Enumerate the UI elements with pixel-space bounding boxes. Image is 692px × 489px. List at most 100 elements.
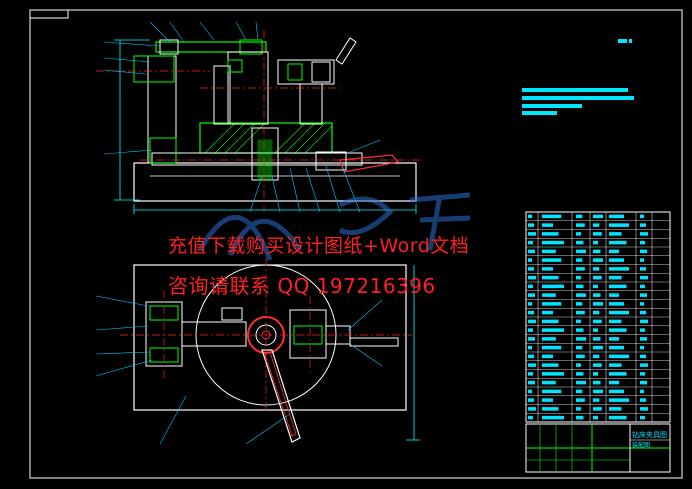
table-cell-text <box>528 240 533 245</box>
table-cell-text <box>609 240 627 245</box>
table-cell-text <box>640 337 647 341</box>
table-cell-text <box>640 415 645 420</box>
table-cell-text <box>528 328 533 332</box>
table-cell-text <box>609 345 624 350</box>
table-cell-text <box>609 214 624 219</box>
table-cell-text <box>528 214 532 219</box>
table-cell-text <box>528 380 535 385</box>
table-cell-text <box>640 389 644 394</box>
table-cell-text <box>593 232 602 236</box>
table-cell-text <box>640 214 644 219</box>
table-cell-text <box>609 372 627 376</box>
table-cell-text <box>542 328 564 332</box>
table-cell-text <box>609 267 629 271</box>
table-cell-text <box>640 223 646 227</box>
table-cell-text <box>609 302 624 306</box>
table-cell-text <box>528 267 534 271</box>
table-cell-text <box>593 354 600 359</box>
table-cell-text <box>640 372 645 376</box>
table-cell-text <box>576 267 585 271</box>
table-cell-text <box>576 310 585 315</box>
table-cell-text <box>593 407 602 411</box>
table-cell-text <box>593 223 600 227</box>
table-cell-text <box>542 407 559 411</box>
table-cell-text <box>528 372 533 376</box>
table-cell-text <box>542 310 553 315</box>
table-cell-text <box>576 363 581 367</box>
table-cell-text <box>609 284 627 289</box>
table-cell-text <box>576 407 581 411</box>
table-cell-text <box>576 372 584 376</box>
table-cell-text <box>542 354 553 359</box>
table-cell-text <box>576 328 584 332</box>
table-cell-text <box>609 407 622 411</box>
table-cell-text <box>528 345 532 350</box>
table-cell-text <box>593 415 598 420</box>
table-cell-text <box>593 363 602 367</box>
table-cell-text <box>640 293 647 297</box>
table-cell-text <box>542 223 553 227</box>
technical-notes <box>522 39 634 115</box>
table-cell-text <box>640 284 645 289</box>
table-cell-text <box>593 337 601 341</box>
table-cell-text <box>609 328 627 332</box>
table-cell-text <box>609 223 629 227</box>
table-cell-text <box>593 319 602 324</box>
table-cell-text <box>576 293 586 297</box>
table-cell-text <box>528 389 532 394</box>
table-cell-text <box>576 249 586 254</box>
watermark-line-2: 咨询请联系 QQ 197216396 <box>168 274 436 298</box>
table-cell-text <box>609 337 619 341</box>
table-cell-text <box>609 415 627 420</box>
table-cell-text <box>640 302 644 306</box>
table-cell-text <box>542 284 564 289</box>
table-cell-text <box>576 415 584 420</box>
table-cell-text <box>609 319 622 324</box>
table-cell-text <box>609 232 622 236</box>
table-cell-text <box>640 275 648 280</box>
table-cell-text <box>528 302 532 306</box>
table-cell-text <box>528 354 534 359</box>
table-cell-text <box>542 293 556 297</box>
table-cell-text <box>528 223 534 227</box>
table-cell-text <box>609 249 619 254</box>
table-cell-text <box>576 380 586 385</box>
table-cell-text <box>593 389 603 394</box>
table-cell-text <box>542 363 559 367</box>
table-cell-text <box>640 267 646 271</box>
table-cell-text <box>528 407 536 411</box>
table-cell-text <box>542 398 553 402</box>
table-cell-text <box>609 363 622 367</box>
title-block-name: 钻床夹具图 <box>632 430 667 439</box>
table-cell-text <box>640 232 648 236</box>
table-cell-text <box>593 398 600 402</box>
table-cell-text <box>640 319 648 324</box>
table-cell-text <box>593 380 601 385</box>
table-cell-text <box>640 380 647 385</box>
table-cell-text <box>640 363 648 367</box>
table-cell-text <box>528 319 536 324</box>
title-block-subtitle: 装配图 <box>632 441 650 449</box>
table-cell-text <box>609 293 619 297</box>
table-cell-text <box>593 310 600 315</box>
table-cell-text <box>593 275 602 280</box>
table-cell-text <box>576 319 581 324</box>
table-cell-text <box>542 240 564 245</box>
table-cell-text <box>528 415 533 420</box>
table-cell-text <box>609 310 629 315</box>
table-cell-text <box>609 389 624 394</box>
table-cell-text <box>640 354 646 359</box>
table-cell-text <box>609 380 619 385</box>
table-cell-text <box>528 275 536 280</box>
watermark-line-1: 充值下载购买设计图纸+Word文档 <box>168 235 470 257</box>
table-cell-text <box>528 337 535 341</box>
table-cell-text <box>576 389 583 394</box>
table-cell-text <box>640 328 645 332</box>
table-cell-text <box>593 293 601 297</box>
table-cell-text <box>542 214 562 219</box>
table-cell-text <box>640 310 646 315</box>
table-cell-text <box>640 240 645 245</box>
table-cell-text <box>576 345 583 350</box>
table-cell-text <box>576 223 585 227</box>
table-cell-text <box>576 354 585 359</box>
